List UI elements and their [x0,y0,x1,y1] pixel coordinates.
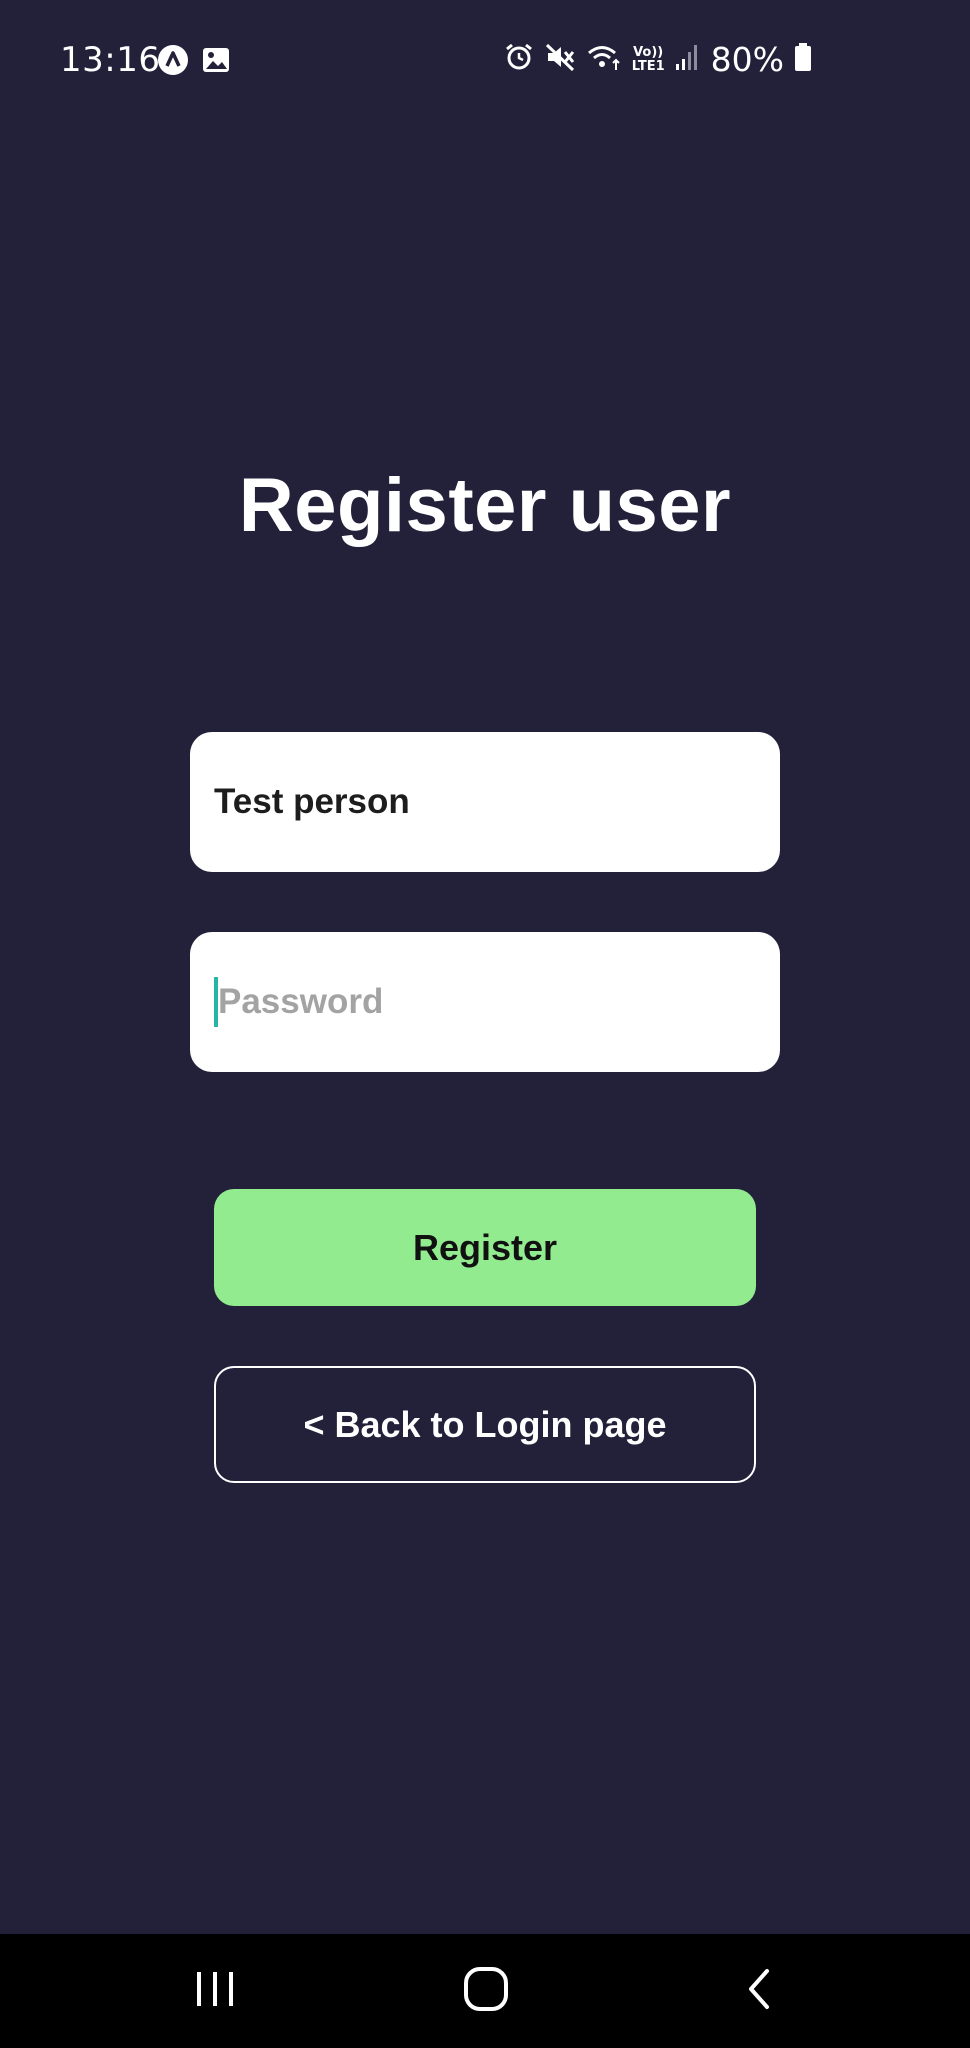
back-icon [743,1967,773,2016]
status-bar: 13:16 Vo)) LTE1 80% [0,0,970,120]
alarm-icon [504,42,534,77]
app-a-icon [157,44,189,81]
back-to-login-button[interactable]: < Back to Login page [214,1366,756,1483]
home-icon [463,1966,509,2017]
status-system-icons: Vo)) LTE1 80% [504,40,812,79]
home-button[interactable] [436,1954,536,2028]
password-placeholder: Password [218,982,384,1021]
battery-icon [794,42,812,77]
back-to-login-label: < Back to Login page [303,1403,667,1445]
lte-label: LTE1 [631,58,665,74]
register-screen: 13:16 Vo)) LTE1 80% Register user Test p… [0,0,970,2048]
username-value: Test person [214,782,410,821]
mute-icon [544,42,576,77]
volte-label: Vo)) [633,44,664,60]
status-notification-icons [157,44,231,81]
recent-apps-icon [193,1969,237,2014]
recent-apps-button[interactable] [165,1954,265,2028]
back-nav-button[interactable] [708,1954,808,2028]
password-field[interactable]: Password [190,932,780,1072]
volte-lte-icon: Vo)) LTE1 [631,44,665,74]
gallery-icon [201,45,231,80]
battery-percent: 80% [710,40,784,79]
register-button-label: Register [412,1226,558,1268]
wifi-icon [586,42,622,77]
signal-icon [675,42,701,77]
navigation-bar [0,1934,970,2048]
register-button[interactable]: Register [214,1189,756,1306]
username-field[interactable]: Test person [190,732,780,872]
status-time: 13:16 [60,40,161,80]
page-title: Register user [238,463,732,548]
